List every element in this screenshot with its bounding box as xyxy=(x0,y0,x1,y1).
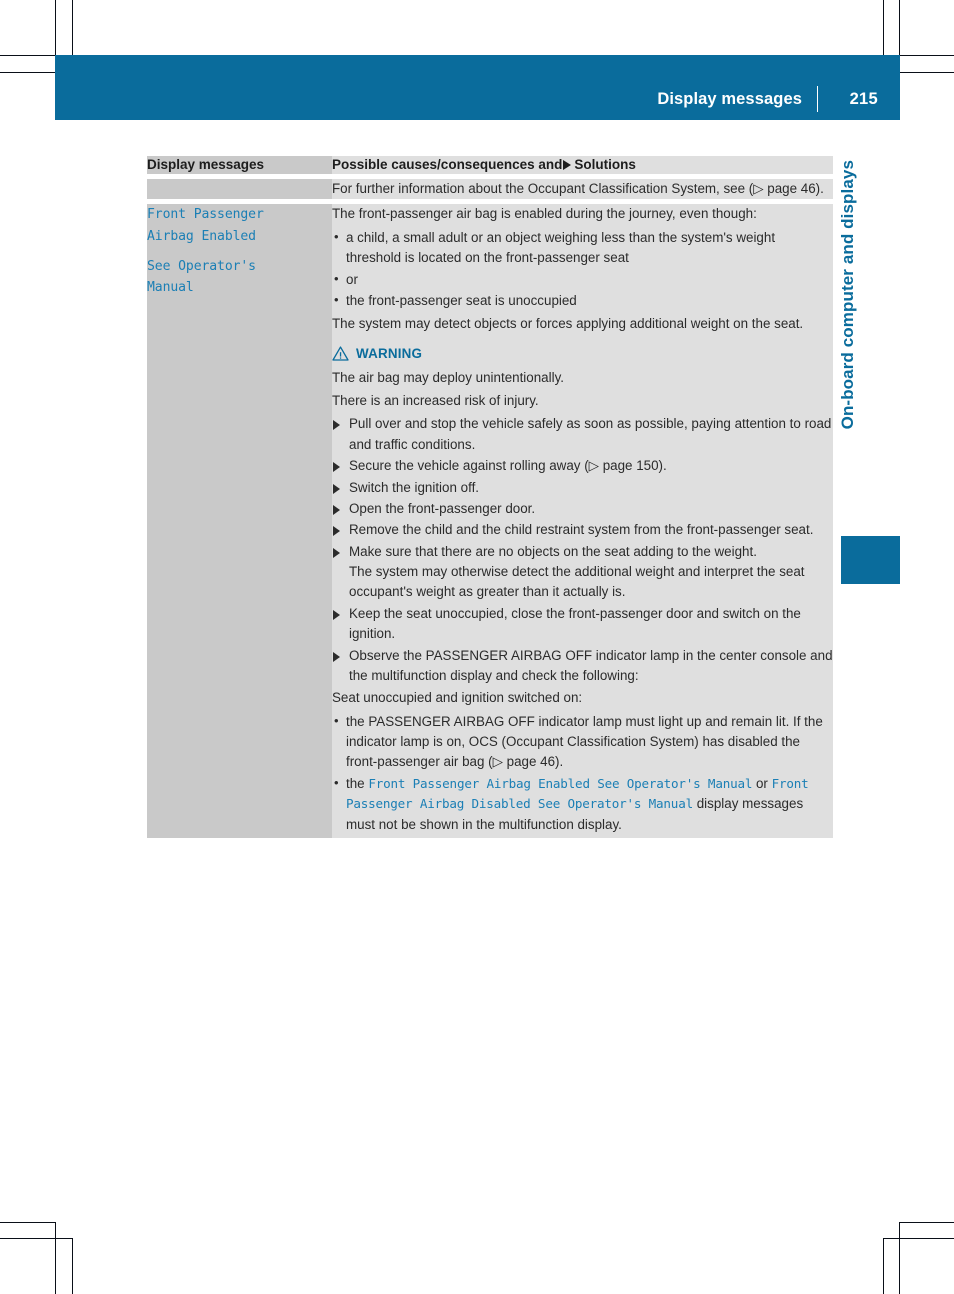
display-message-line-4: Manual xyxy=(147,279,194,295)
page-header-band: Display messages 215 xyxy=(55,55,900,120)
row2-after-bullets-text: The system may detect objects or forces … xyxy=(332,316,804,332)
table-row: Front Passenger Airbag Enabled See Opera… xyxy=(147,204,833,838)
warning-heading: WARNING xyxy=(332,346,833,361)
crop-mark-bottom-left-h-inner xyxy=(0,1238,72,1239)
list-item: Observe the PASSENGER AIRBAG OFF indicat… xyxy=(332,646,833,687)
chapter-tab-marker xyxy=(841,536,900,584)
warning-step-list: Pull over and stop the vehicle safely as… xyxy=(332,414,833,686)
crop-mark-top-left-h-inner xyxy=(0,72,56,73)
warning-label: WARNING xyxy=(356,345,423,361)
cause-bullet-list: a child, a small adult or an object weig… xyxy=(332,227,833,312)
list-item: the Front Passenger Airbag Enabled See O… xyxy=(332,773,833,835)
display-messages-table: Display messages Possible causes/consequ… xyxy=(147,156,833,838)
crop-mark-bottom-right-h-inner xyxy=(883,1238,954,1239)
list-item: Make sure that there are no objects on t… xyxy=(332,542,833,603)
page-title: Display messages xyxy=(657,90,802,108)
row2-intro-text: The front-passenger air bag is enabled d… xyxy=(332,206,757,222)
column-header-right-label-after: Solutions xyxy=(574,157,636,172)
row2-description-cell: The front-passenger air bag is enabled d… xyxy=(332,204,833,838)
table-header-row: Display messages Possible causes/consequ… xyxy=(147,156,833,174)
list-item-or: or xyxy=(332,268,833,290)
list-item: Keep the seat unoccupied, close the fron… xyxy=(332,604,833,645)
list-item: the front-passenger seat is unoccupied xyxy=(332,290,833,311)
row1-description-cell: For further information about the Occupa… xyxy=(332,179,833,200)
check-bullet2-lead: the xyxy=(346,775,365,791)
header-divider xyxy=(816,86,818,112)
warning-triangle-icon xyxy=(332,346,349,361)
display-message-block-1: Front Passenger Airbag Enabled xyxy=(147,204,332,246)
crop-mark-top-left-inner xyxy=(72,0,73,56)
display-message-line-1: Front Passenger xyxy=(147,207,264,223)
list-item: a child, a small adult or an object weig… xyxy=(332,227,833,269)
warning-line-1: The air bag may deploy unintentionally. xyxy=(332,369,564,385)
column-header-left-label: Display messages xyxy=(147,157,265,172)
table-row: For further information about the Occupa… xyxy=(147,179,833,200)
step-main-text: Make sure that there are no objects on t… xyxy=(349,543,757,559)
list-item: Open the front-passenger door. xyxy=(332,499,833,519)
check-bullet-list: the PASSENGER AIRBAG OFF indicator lamp … xyxy=(332,711,833,835)
row1-message-cell xyxy=(147,179,332,200)
list-item: the PASSENGER AIRBAG OFF indicator lamp … xyxy=(332,711,833,773)
page-number: 215 xyxy=(849,90,878,108)
row1-description-text: For further information about the Occupa… xyxy=(332,181,824,196)
crop-mark-bottom-left-outer xyxy=(55,1222,56,1294)
column-header-causes-solutions: Possible causes/consequences and Solution… xyxy=(332,156,833,174)
row2-message-cell: Front Passenger Airbag Enabled See Opera… xyxy=(147,204,332,838)
solution-triangle-icon xyxy=(563,160,572,170)
list-item: Switch the ignition off. xyxy=(332,478,833,498)
crop-mark-top-right-h-inner xyxy=(899,72,954,73)
display-message-line-2: Airbag Enabled xyxy=(147,228,256,244)
check-bullet2-conjunction: or xyxy=(755,775,768,791)
step-subnote: The system may otherwise detect the addi… xyxy=(349,564,805,600)
list-item: Pull over and stop the vehicle safely as… xyxy=(332,414,833,455)
crop-mark-bottom-left-inner xyxy=(72,1238,73,1294)
crop-mark-bottom-right-inner xyxy=(883,1238,884,1294)
check-bullet2-message-a: Front Passenger Airbag Enabled See Opera… xyxy=(368,775,753,791)
check-heading: Seat unoccupied and ignition switched on… xyxy=(332,690,583,706)
list-item: Secure the vehicle against rolling away … xyxy=(332,456,833,476)
display-message-block-2: See Operator's Manual xyxy=(147,256,332,298)
list-item: Remove the child and the child restraint… xyxy=(332,520,833,540)
crop-mark-bottom-left-h-outer xyxy=(0,1222,56,1223)
column-header-right-label-before: Possible causes/consequences and xyxy=(332,157,563,172)
column-header-display-messages: Display messages xyxy=(147,156,332,174)
warning-line-2: There is an increased risk of injury. xyxy=(332,393,539,408)
crop-mark-bottom-right-h-outer xyxy=(899,1222,954,1223)
chapter-tab-label: On-board computer and displays xyxy=(838,160,857,430)
display-message-line-3: See Operator's xyxy=(147,258,256,274)
crop-mark-top-right-inner xyxy=(883,0,884,56)
crop-mark-bottom-right-outer xyxy=(899,1222,900,1294)
